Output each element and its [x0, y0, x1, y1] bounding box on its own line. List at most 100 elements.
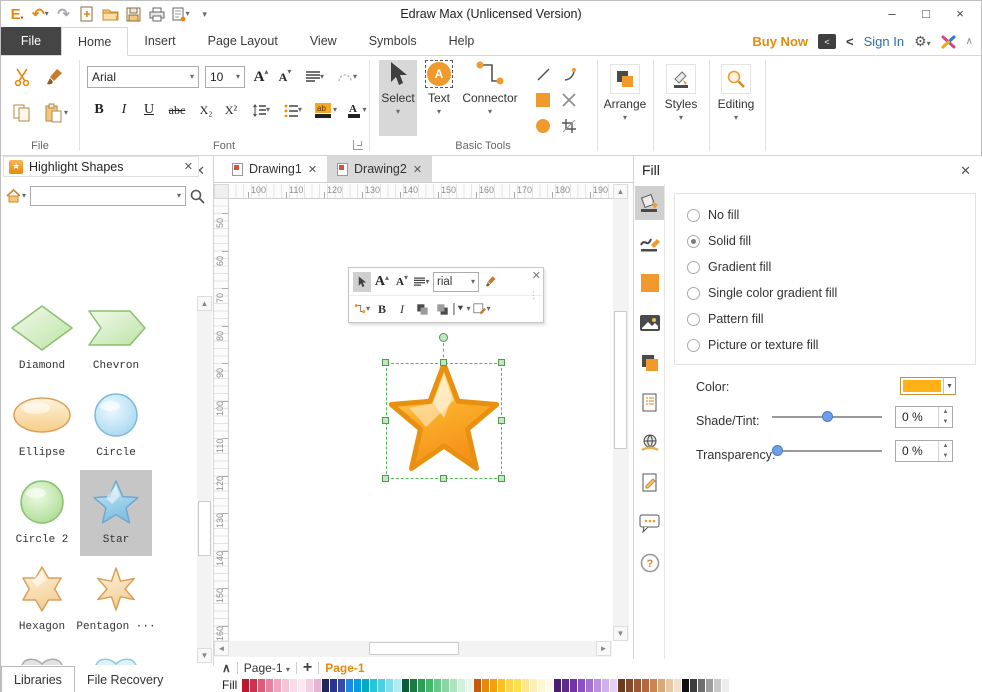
mini-bold-button[interactable]: B — [373, 299, 391, 319]
palette-swatch[interactable] — [562, 679, 569, 692]
page-tab[interactable]: Page-1 — [325, 661, 364, 675]
slider-thumb[interactable] — [772, 445, 783, 456]
maximize-button[interactable]: □ — [909, 1, 943, 25]
palette-swatch[interactable] — [658, 679, 665, 692]
editing-button[interactable]: Editing ▾ — [713, 64, 759, 122]
text-highlight-button[interactable]: ab▾ — [311, 98, 341, 122]
left-panel-tab[interactable]: Libraries — [1, 666, 75, 692]
document-tab-close-icon[interactable]: ✕ — [413, 163, 422, 176]
curved-text-button[interactable]: ▾ — [333, 66, 361, 88]
superscript-button[interactable]: X² — [220, 98, 242, 122]
palette-swatch[interactable] — [554, 679, 561, 692]
scroll-down-icon[interactable]: ▼ — [197, 648, 212, 663]
palette-swatch[interactable] — [450, 679, 457, 692]
note-icon[interactable] — [635, 466, 664, 500]
open-folder-button[interactable] — [102, 5, 119, 23]
snap-glue-button[interactable]: ▾ — [172, 5, 190, 23]
format-painter-button[interactable] — [41, 64, 67, 90]
palette-swatch[interactable] — [402, 679, 409, 692]
palette-swatch[interactable] — [346, 679, 353, 692]
redo-button[interactable]: ↷ — [56, 5, 72, 23]
mini-toolbar-close-icon[interactable]: ✕ — [532, 269, 541, 282]
palette-swatch[interactable] — [354, 679, 361, 692]
palette-swatch[interactable] — [610, 679, 617, 692]
strikethrough-button[interactable]: abc — [164, 98, 190, 122]
palette-swatch[interactable] — [522, 679, 529, 692]
palette-swatch[interactable] — [722, 679, 729, 692]
canvas-horizontal-scrollbar[interactable]: ◄ ► — [214, 641, 612, 657]
new-file-button[interactable] — [79, 5, 95, 23]
fill-option[interactable]: Picture or texture fill — [687, 332, 975, 358]
fill-option[interactable]: No fill — [687, 202, 975, 228]
ribbon-tab[interactable]: View — [294, 27, 353, 55]
library-section-header[interactable]: ★ Highlight Shapes ✕ — [3, 156, 199, 177]
palette-swatch[interactable] — [578, 679, 585, 692]
rotation-handle[interactable] — [439, 333, 448, 342]
add-page-button[interactable]: + — [303, 659, 312, 677]
palette-swatch[interactable] — [314, 679, 321, 692]
mini-distribute-button[interactable]: ▾ — [453, 299, 471, 319]
palette-swatch[interactable] — [474, 679, 481, 692]
minimize-button[interactable]: – — [875, 1, 909, 25]
palette-swatch[interactable] — [650, 679, 657, 692]
palette-swatch[interactable] — [690, 679, 697, 692]
palette-swatch[interactable] — [634, 679, 641, 692]
library-search-input[interactable]: ▾ — [30, 186, 186, 206]
mini-font-select[interactable]: rial▾ — [433, 272, 479, 292]
mini-align-button[interactable]: ▾ — [413, 272, 431, 292]
connector-tool-button[interactable]: Connector ▾ — [459, 60, 521, 136]
palette-swatch[interactable] — [250, 679, 257, 692]
community-icon[interactable] — [941, 35, 956, 49]
library-shape-item[interactable]: Circle 2 — [6, 470, 78, 556]
resize-handle-se[interactable] — [498, 475, 505, 482]
palette-swatch[interactable] — [594, 679, 601, 692]
palette-swatch[interactable] — [530, 679, 537, 692]
spin-up-icon[interactable]: ▲ — [939, 407, 952, 417]
resize-handle-s[interactable] — [440, 475, 447, 482]
resize-handle-sw[interactable] — [382, 475, 389, 482]
palette-swatch[interactable] — [498, 679, 505, 692]
library-shape-item[interactable]: Diamond — [6, 296, 78, 382]
undo-button[interactable]: ↶▾ — [32, 5, 49, 23]
styles-button[interactable]: Styles ▾ — [657, 64, 705, 122]
library-shape-item[interactable]: Chevron — [80, 296, 152, 382]
scroll-up-icon[interactable]: ▲ — [613, 184, 628, 199]
scroll-left-icon[interactable]: ◄ — [214, 641, 229, 656]
help-icon[interactable]: ? — [635, 546, 664, 580]
resize-handle-n[interactable] — [440, 359, 447, 366]
slider-thumb[interactable] — [822, 411, 833, 422]
palette-swatch[interactable] — [362, 679, 369, 692]
paste-button[interactable]: ▾ — [39, 100, 73, 126]
palette-swatch[interactable] — [482, 679, 489, 692]
ribbon-tab[interactable]: Page Layout — [192, 27, 294, 55]
palette-swatch[interactable] — [338, 679, 345, 692]
library-scrollbar[interactable]: ▲ ▼ — [197, 296, 212, 663]
font-family-select[interactable]: Arial▾ — [87, 66, 199, 88]
mini-select-button[interactable] — [353, 272, 371, 292]
ribbon-tab[interactable]: Home — [61, 27, 128, 56]
palette-swatch[interactable] — [330, 679, 337, 692]
palette-swatch[interactable] — [242, 679, 249, 692]
shade-tint-slider[interactable] — [772, 410, 882, 424]
scrollbar-thumb[interactable] — [614, 311, 627, 449]
crop-tool-button[interactable] — [559, 116, 579, 136]
palette-swatch[interactable] — [290, 679, 297, 692]
library-shape-item[interactable] — [80, 644, 152, 665]
rectangle-tool-button[interactable] — [533, 90, 553, 110]
palette-swatch[interactable] — [706, 679, 713, 692]
palette-swatch[interactable] — [618, 679, 625, 692]
font-dialog-launcher[interactable] — [353, 140, 363, 150]
transparency-slider[interactable] — [772, 444, 882, 458]
resize-handle-nw[interactable] — [382, 359, 389, 366]
spin-down-icon[interactable]: ▼ — [939, 417, 952, 427]
scrollbar-thumb[interactable] — [198, 501, 211, 556]
fill-option[interactable]: Single color gradient fill — [687, 280, 975, 306]
sign-in-link[interactable]: Sign In — [864, 34, 904, 49]
document-tab[interactable]: Drawing2 ✕ — [327, 156, 432, 182]
library-shape-item[interactable]: Star — [80, 470, 152, 556]
collapse-pages-icon[interactable]: ∧ — [222, 661, 231, 675]
ribbon-tab[interactable]: Insert — [128, 27, 191, 55]
palette-swatch[interactable] — [570, 679, 577, 692]
snip-icon[interactable]: < — [818, 34, 836, 49]
shade-tint-spinner[interactable]: 0 % ▲▼ — [895, 406, 953, 428]
